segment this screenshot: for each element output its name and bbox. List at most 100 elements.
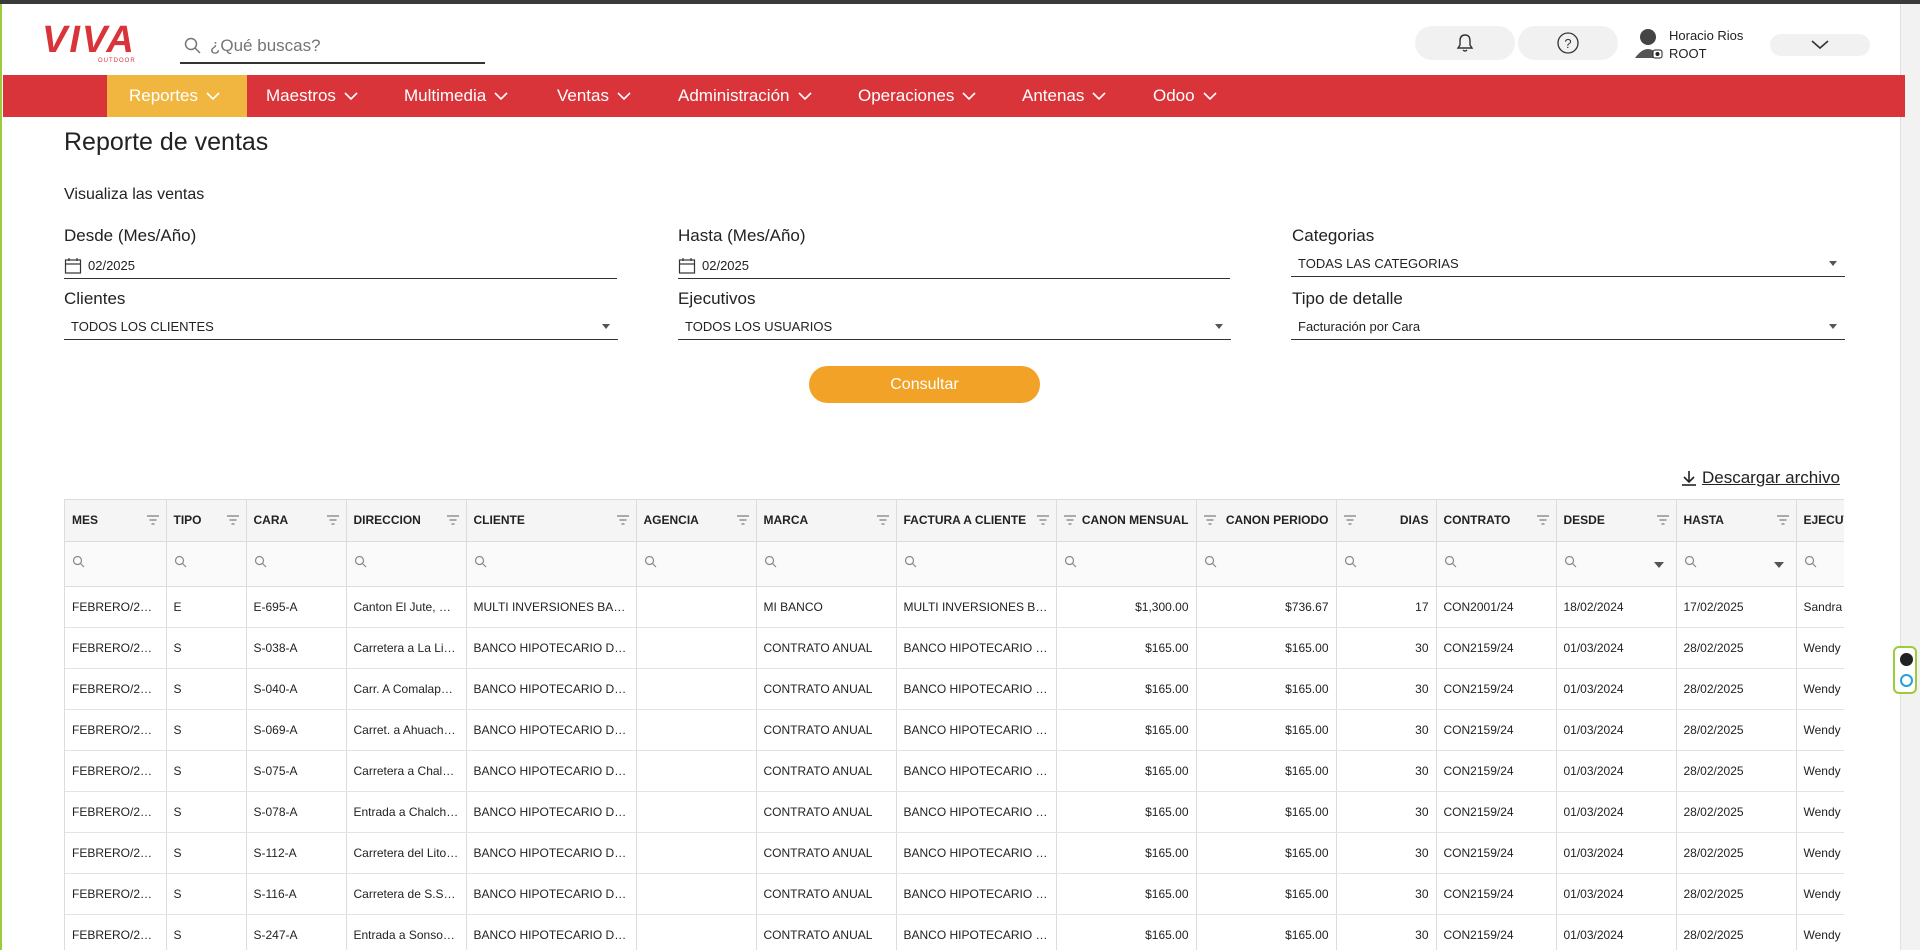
column-header-label: MARCA: [763, 513, 809, 528]
search-input[interactable]: [210, 36, 470, 56]
column-header[interactable]: AGENCIA: [636, 500, 757, 542]
column-filter-cell[interactable]: [246, 541, 347, 587]
table-cell: 01/03/2024: [1556, 709, 1677, 751]
column-filter-cell[interactable]: [896, 541, 1057, 587]
table-row[interactable]: FEBRERO/2025 S S-078-A Entrada a Chalchu...…: [65, 791, 1844, 833]
table-row[interactable]: FEBRERO/2025 E E-695-A Canton El Jute, Ur..…: [65, 586, 1844, 628]
column-filter-cell[interactable]: [65, 541, 167, 587]
column-filter-cell[interactable]: [1336, 541, 1437, 587]
column-header[interactable]: CONTRATO: [1436, 500, 1557, 542]
nav-item-odoo[interactable]: Odoo: [1153, 75, 1217, 117]
nav-item-administracion[interactable]: Administración: [678, 75, 812, 117]
column-header[interactable]: DIRECCION: [346, 500, 467, 542]
table-row[interactable]: FEBRERO/2025 S S-069-A Carret. a Ahuacha...…: [65, 709, 1844, 751]
column-header[interactable]: CLIENTE: [466, 500, 637, 542]
user-profile[interactable]: Horacio Rios ROOT: [1633, 24, 1773, 68]
side-widget[interactable]: [1893, 646, 1917, 694]
filter-menu-icon[interactable]: [1063, 515, 1076, 525]
column-header[interactable]: MARCA: [756, 500, 897, 542]
filter-menu-icon[interactable]: [1536, 515, 1549, 525]
column-header[interactable]: TIPO: [166, 500, 247, 542]
nav-item-operaciones[interactable]: Operaciones: [858, 75, 976, 117]
filter-menu-icon[interactable]: [146, 515, 159, 525]
column-header[interactable]: DESDE: [1556, 500, 1677, 542]
accessibility-icon[interactable]: [1900, 674, 1913, 687]
table-row[interactable]: FEBRERO/2025 S S-116-A Carretera de S.S. a.…: [65, 873, 1844, 915]
column-filter-cell[interactable]: [346, 541, 467, 587]
nav-item-ventas[interactable]: Ventas: [557, 75, 631, 117]
notifications-button[interactable]: [1415, 26, 1515, 60]
filter-menu-icon[interactable]: [1656, 515, 1669, 525]
hasta-date-field[interactable]: 02/2025: [678, 253, 1230, 279]
help-button[interactable]: ?: [1518, 26, 1618, 60]
nav-item-antenas[interactable]: Antenas: [1022, 75, 1106, 117]
table-cell: $165.00: [1196, 668, 1337, 710]
desde-date-field[interactable]: 02/2025: [64, 253, 617, 279]
filter-menu-icon[interactable]: [1343, 515, 1356, 525]
categorias-label: Categorias: [1292, 226, 1375, 245]
search-bar[interactable]: [180, 30, 485, 64]
categorias-select[interactable]: TODAS LAS CATEGORIAS: [1291, 251, 1845, 277]
column-header[interactable]: MES: [65, 500, 167, 542]
column-filter-cell[interactable]: [1436, 541, 1557, 587]
column-header[interactable]: CANON MENSUAL: [1056, 500, 1197, 542]
column-filter-cell[interactable]: [1556, 541, 1677, 587]
column-header[interactable]: CANON PERIODO: [1196, 500, 1337, 542]
column-filter-cell[interactable]: [1056, 541, 1197, 587]
table-cell: Wendy C: [1796, 627, 1844, 669]
column-header[interactable]: EJECUT: [1796, 500, 1844, 542]
column-header[interactable]: DIAS: [1336, 500, 1437, 542]
table-cell: MULTI INVERSIONES BAN...: [896, 586, 1057, 628]
column-filter-cell[interactable]: [756, 541, 897, 587]
table-cell: BANCO HIPOTECARIO DE...: [896, 914, 1057, 950]
table-cell: CONTRATO ANUAL: [756, 750, 897, 792]
viva-logo[interactable]: VIVA OUTDOOR: [40, 18, 148, 64]
column-filter-cell[interactable]: [636, 541, 757, 587]
clientes-select[interactable]: TODOS LOS CLIENTES: [64, 314, 618, 340]
filter-menu-icon[interactable]: [616, 515, 629, 525]
nav-item-maestros[interactable]: Maestros: [266, 75, 358, 117]
filter-menu-icon[interactable]: [226, 515, 239, 525]
download-file-link[interactable]: Descargar archivo: [1680, 467, 1840, 489]
dropdown-caret-icon: [1829, 324, 1837, 329]
column-header-label: DIRECCION: [353, 513, 421, 528]
filter-menu-icon[interactable]: [1776, 515, 1789, 525]
dropdown-caret-icon[interactable]: [1773, 561, 1784, 568]
ejecutivos-select[interactable]: TODOS LOS USUARIOS: [678, 314, 1231, 340]
filter-menu-icon[interactable]: [446, 515, 459, 525]
column-filter-cell[interactable]: [466, 541, 637, 587]
page-scrollbar[interactable]: [1900, 4, 1920, 950]
table-row[interactable]: FEBRERO/2025 S S-038-A Carretera a La Lib..…: [65, 627, 1844, 669]
column-header[interactable]: FACTURA A CLIENTE: [896, 500, 1057, 542]
table-row[interactable]: FEBRERO/2025 S S-040-A Carr. A Comalapa, ..…: [65, 668, 1844, 710]
table-cell: $1,300.00: [1056, 586, 1197, 628]
filter-menu-icon[interactable]: [1203, 515, 1216, 525]
table-row[interactable]: FEBRERO/2025 S S-112-A Carretera del Litor.…: [65, 832, 1844, 874]
tipo-detalle-select[interactable]: Facturación por Cara: [1291, 314, 1845, 340]
nav-item-reportes[interactable]: Reportes: [107, 75, 247, 117]
filter-menu-icon[interactable]: [876, 515, 889, 525]
table-row[interactable]: FEBRERO/2025 S S-247-A Entrada a Sonson... B…: [65, 914, 1844, 950]
search-icon: [1564, 555, 1576, 567]
filter-menu-icon[interactable]: [326, 515, 339, 525]
column-filter-cell[interactable]: [1676, 541, 1797, 587]
table-cell: 01/03/2024: [1556, 873, 1677, 915]
main-navbar: Reportes Maestros Multimedia Ventas Admi…: [3, 75, 1905, 117]
close-icon[interactable]: [1900, 653, 1913, 666]
table-cell: BANCO HIPOTECARIO DE...: [896, 873, 1057, 915]
column-filter-cell[interactable]: [166, 541, 247, 587]
table-cell: [636, 668, 757, 710]
column-filter-cell[interactable]: [1796, 541, 1844, 587]
column-header[interactable]: CARA: [246, 500, 347, 542]
table-cell: FEBRERO/2025: [65, 709, 167, 751]
table-row[interactable]: FEBRERO/2025 S S-075-A Carretera a Chalat..…: [65, 750, 1844, 792]
user-menu-dropdown[interactable]: [1770, 34, 1870, 56]
consultar-button[interactable]: Consultar: [809, 366, 1040, 403]
table-cell: FEBRERO/2025: [65, 914, 167, 950]
nav-item-multimedia[interactable]: Multimedia: [404, 75, 508, 117]
filter-menu-icon[interactable]: [1036, 515, 1049, 525]
column-filter-cell[interactable]: [1196, 541, 1337, 587]
dropdown-caret-icon[interactable]: [1653, 561, 1664, 568]
filter-menu-icon[interactable]: [736, 515, 749, 525]
column-header[interactable]: HASTA: [1676, 500, 1797, 542]
